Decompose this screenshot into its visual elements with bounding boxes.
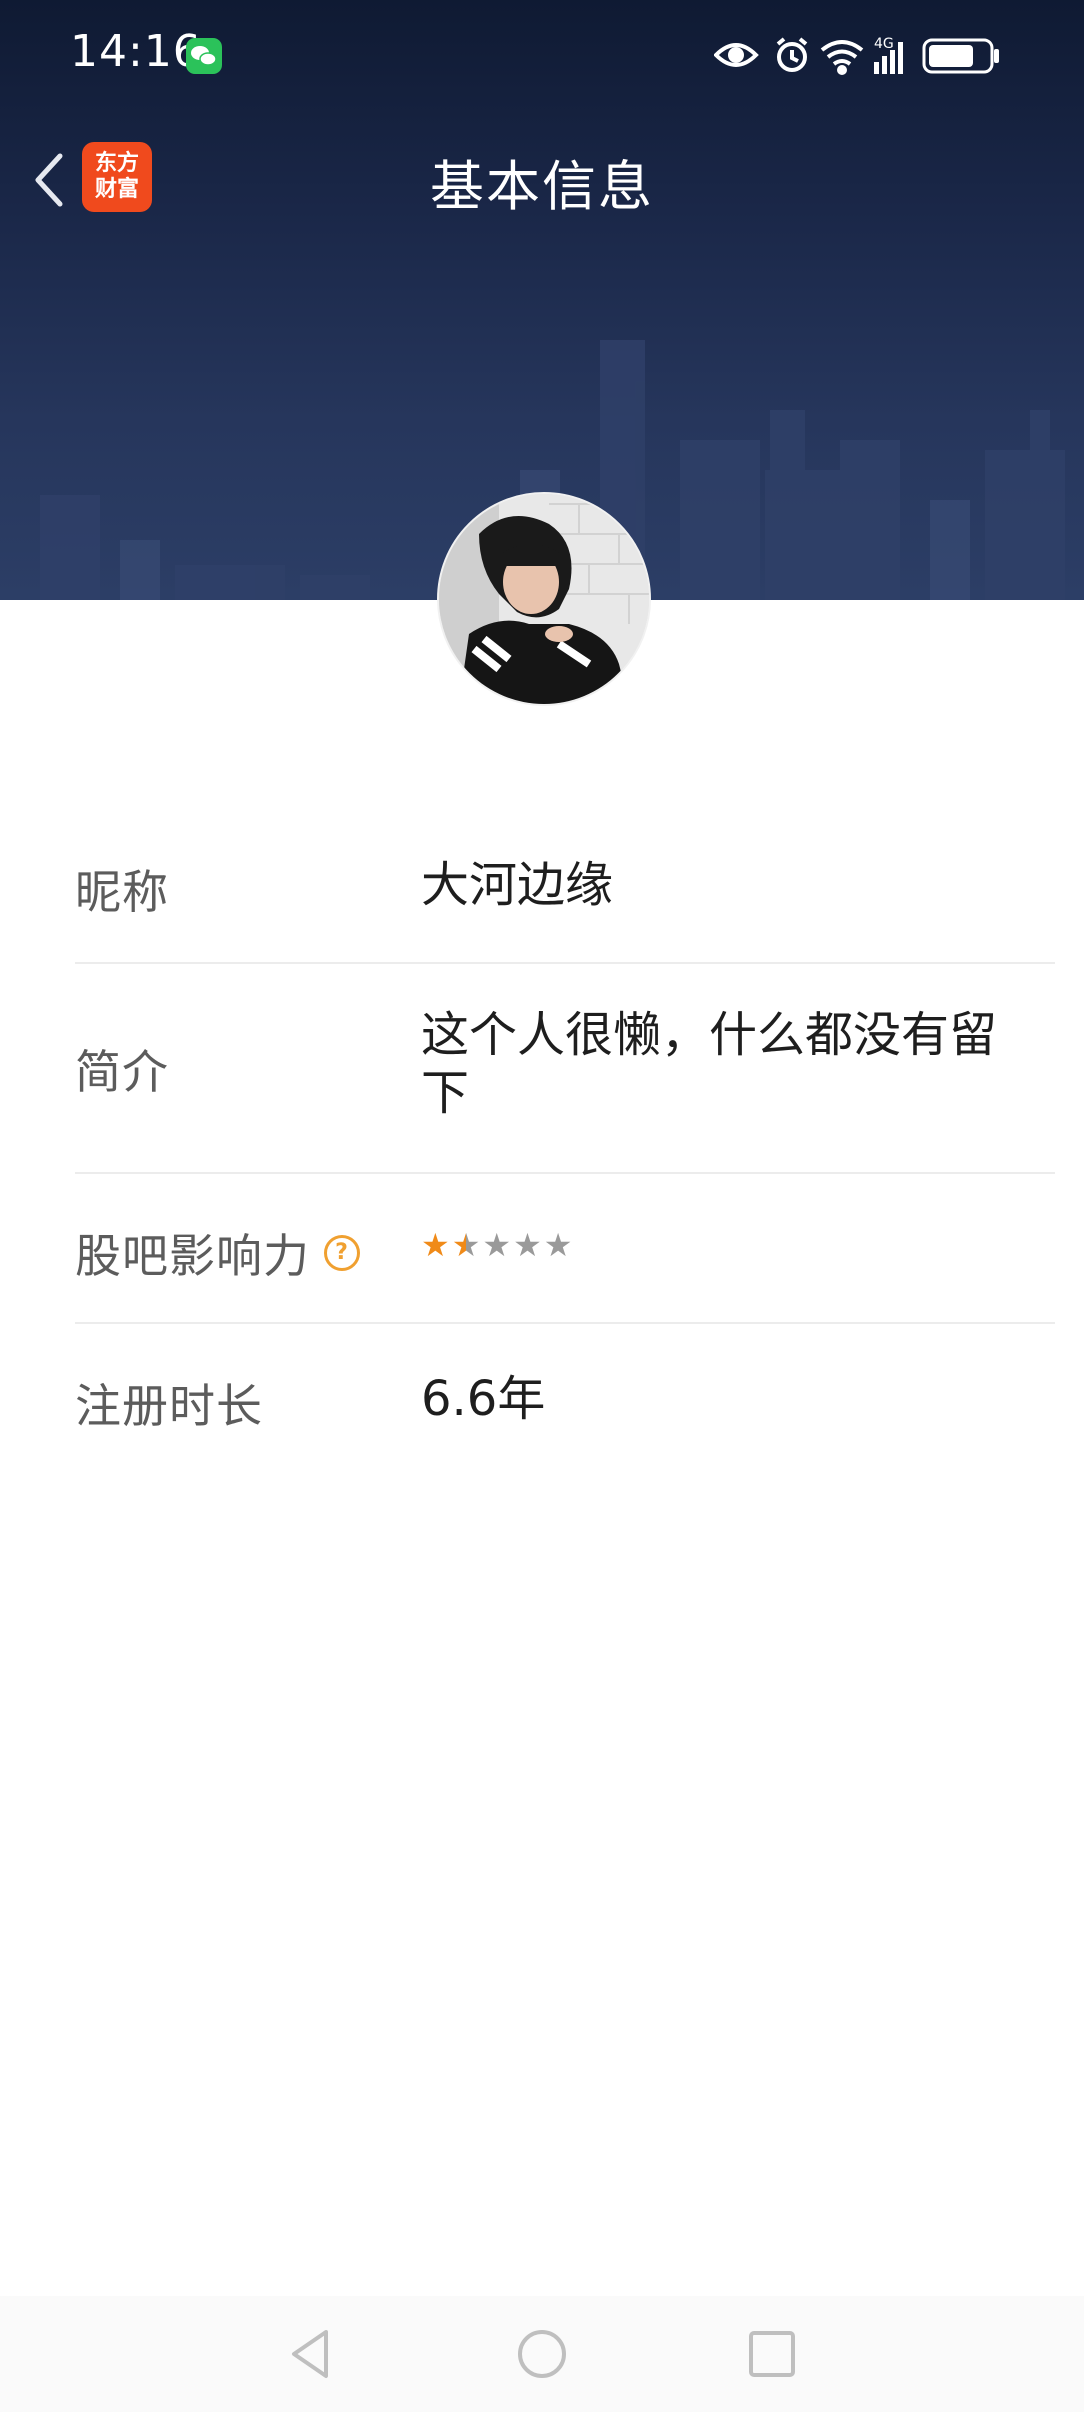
avatar[interactable] xyxy=(437,492,651,706)
avatar-photo xyxy=(439,494,649,704)
recents-square-icon[interactable] xyxy=(742,2324,802,2384)
wechat-icon xyxy=(186,38,222,74)
system-nav-bar xyxy=(0,2296,1084,2412)
registration-label: 注册时长 xyxy=(75,1379,263,1433)
influence-label-wrap: 股吧影响力 ? xyxy=(75,1220,360,1286)
eye-icon xyxy=(714,43,759,67)
alarm-icon xyxy=(776,37,808,72)
page-title: 基本信息 xyxy=(430,155,654,218)
back-triangle-icon[interactable] xyxy=(282,2324,342,2384)
profile-page: 14:16 4G 东方 财富 基本信息 昵称 大河边缘 简介 这个人很懒，什么都… xyxy=(0,0,1084,2412)
bio-value: 这个人很懒，什么都没有留下 xyxy=(421,1007,998,1121)
nickname-label: 昵称 xyxy=(75,865,169,919)
status-time: 14:16 xyxy=(70,26,202,77)
influence-label: 股吧影响力 xyxy=(75,1229,310,1283)
wifi-icon xyxy=(820,40,864,75)
influence-row: 股吧影响力 ? ★ ★ ★ ★ ★ xyxy=(75,1174,1055,1324)
profile-info-list: 昵称 大河边缘 简介 这个人很懒，什么都没有留下 股吧影响力 ? ★ ★ ★ ★… xyxy=(75,812,1055,1474)
registration-value: 6.6年 xyxy=(421,1371,546,1427)
bio-row: 简介 这个人很懒，什么都没有留下 xyxy=(75,964,1055,1174)
help-icon[interactable]: ? xyxy=(324,1235,360,1271)
svg-text:4G: 4G xyxy=(874,36,894,52)
star-icon: ★ xyxy=(421,1226,450,1264)
registration-row: 注册时长 6.6年 xyxy=(75,1324,1055,1474)
signal-4g-icon: 4G xyxy=(874,36,903,74)
home-circle-icon[interactable] xyxy=(512,2324,572,2384)
bio-label: 简介 xyxy=(75,1045,169,1099)
status-icons: 4G xyxy=(714,36,999,75)
star-icon: ★ xyxy=(482,1226,512,1264)
influence-rating: ★ ★ ★ ★ ★ xyxy=(421,1228,1011,1262)
nickname-row: 昵称 大河边缘 xyxy=(75,812,1055,964)
nickname-value: 大河边缘 xyxy=(421,857,614,913)
star-icon: ★ xyxy=(513,1226,542,1264)
star-half-icon: ★ xyxy=(451,1226,481,1264)
battery-icon xyxy=(922,38,999,74)
status-bar: 14:16 4G xyxy=(0,0,1084,110)
nav-bar: 东方 财富 基本信息 xyxy=(0,120,1084,235)
star-icon: ★ xyxy=(543,1226,573,1264)
